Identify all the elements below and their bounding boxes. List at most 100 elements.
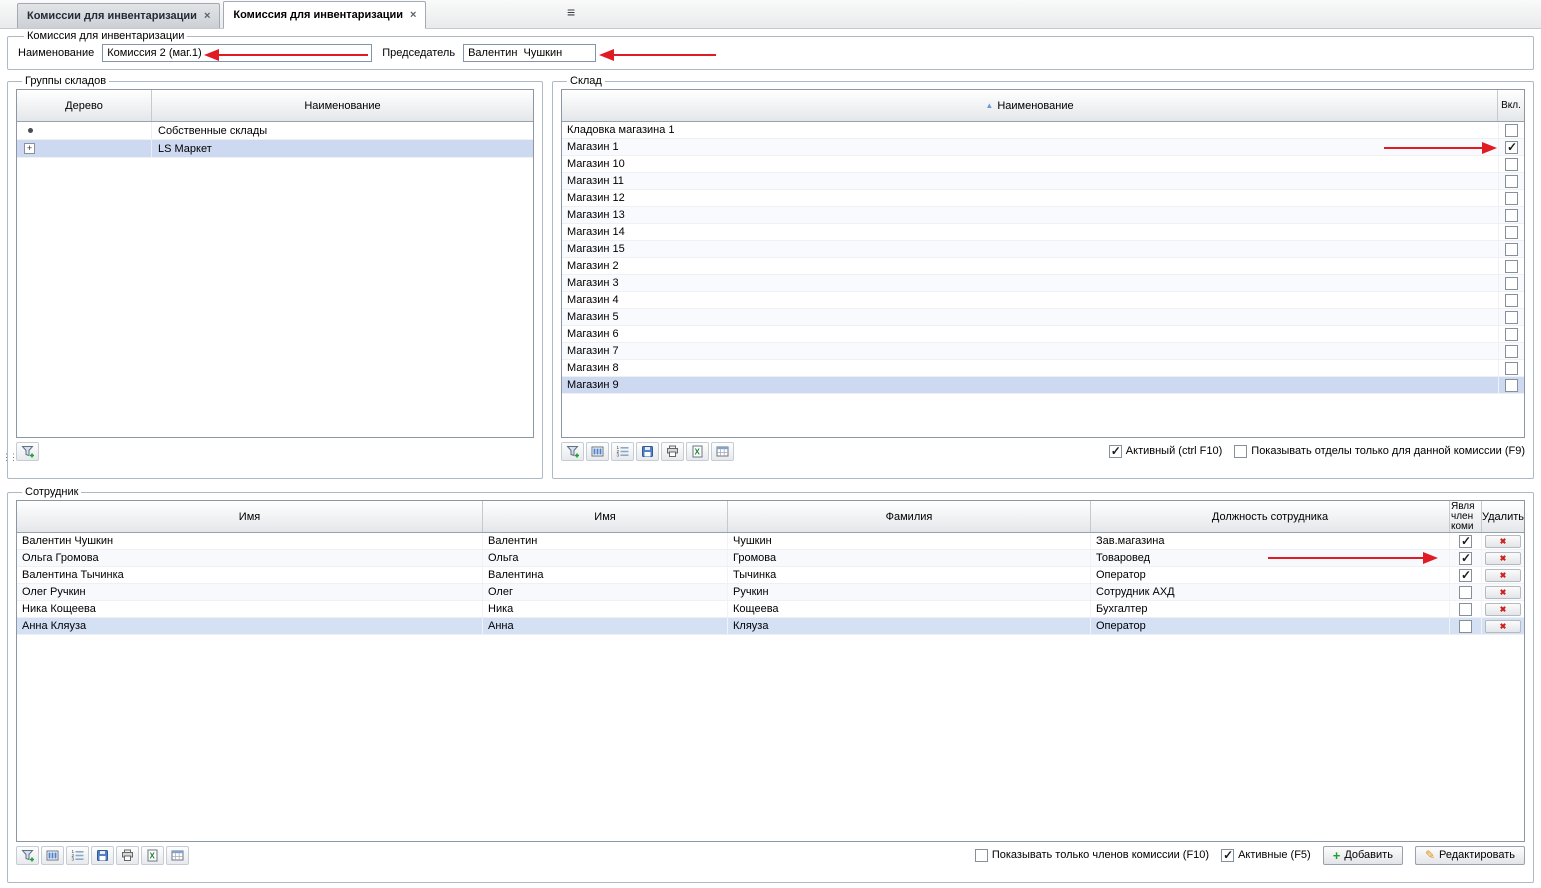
warehouse-row[interactable]: Магазин 4 <box>562 292 1524 309</box>
column-header-member[interactable]: Явля член коми <box>1450 501 1482 532</box>
warehouse-row[interactable]: Магазин 10 <box>562 156 1524 173</box>
delete-button[interactable]: ✖ <box>1485 535 1521 548</box>
include-checkbox[interactable] <box>1505 209 1518 222</box>
warehouse-row[interactable]: Магазин 11 <box>562 173 1524 190</box>
warehouse-row[interactable]: Магазин 14 <box>562 224 1524 241</box>
preview-button[interactable] <box>711 442 734 461</box>
active-employees-checkbox[interactable] <box>1221 849 1234 862</box>
delete-button[interactable]: ✖ <box>1485 620 1521 633</box>
warehouse-row[interactable]: Кладовка магазина 1 <box>562 122 1524 139</box>
filter-button[interactable] <box>16 442 39 461</box>
member-checkbox[interactable] <box>1459 586 1472 599</box>
include-checkbox[interactable] <box>1505 192 1518 205</box>
excel-button[interactable]: X <box>141 846 164 865</box>
member-checkbox[interactable] <box>1459 552 1472 565</box>
filter-button[interactable] <box>16 846 39 865</box>
include-checkbox[interactable] <box>1505 294 1518 307</box>
employee-row[interactable]: Ника Кощеева Ника Кощеева Бухгалтер ✖ <box>17 601 1524 618</box>
employee-row[interactable]: Ольга Громова Ольга Громова Товаровед ✖ <box>17 550 1524 567</box>
delete-cell: ✖ <box>1482 618 1524 634</box>
member-checkbox[interactable] <box>1459 535 1472 548</box>
employee-row[interactable]: Анна Кляуза Анна Кляуза Оператор ✖ <box>17 618 1524 635</box>
members-filter-checkbox[interactable] <box>975 849 988 862</box>
depts-filter-checkbox[interactable] <box>1234 445 1247 458</box>
tab-commissions-list[interactable]: Комиссии для инвентаризации × <box>17 3 220 28</box>
close-icon[interactable]: × <box>204 10 210 22</box>
tree-cell[interactable] <box>17 122 152 139</box>
column-header-tree[interactable]: Дерево <box>17 90 152 121</box>
column-header-first-name[interactable]: Имя <box>483 501 728 532</box>
delete-button[interactable]: ✖ <box>1485 569 1521 582</box>
warehouse-row[interactable]: Магазин 2 <box>562 258 1524 275</box>
include-checkbox[interactable] <box>1505 124 1518 137</box>
numbered-list-button[interactable]: 123 <box>66 846 89 865</box>
include-checkbox[interactable] <box>1505 158 1518 171</box>
warehouse-row[interactable]: Магазин 3 <box>562 275 1524 292</box>
tab-menu-icon[interactable]: ≡ <box>567 5 575 19</box>
include-checkbox[interactable] <box>1505 141 1518 154</box>
numbered-list-button[interactable]: 123 <box>611 442 634 461</box>
include-checkbox[interactable] <box>1505 328 1518 341</box>
delete-button[interactable]: ✖ <box>1485 552 1521 565</box>
save-button[interactable] <box>91 846 114 865</box>
preview-button[interactable] <box>166 846 189 865</box>
columns-button[interactable] <box>41 846 64 865</box>
column-header-label: Наименование <box>997 100 1073 112</box>
table-body: Кладовка магазина 1 Магазин 1 Магазин 10… <box>562 122 1524 437</box>
warehouse-row[interactable]: Магазин 15 <box>562 241 1524 258</box>
warehouse-row[interactable]: Магазин 12 <box>562 190 1524 207</box>
column-header-warehouse-name[interactable]: ▲ Наименование <box>562 90 1498 121</box>
group-row[interactable]: Собственные склады <box>17 122 533 140</box>
warehouse-filter-options: Активный (ctrl F10) Показывать отделы то… <box>1109 445 1525 458</box>
warehouse-row[interactable]: Магазин 1 <box>562 139 1524 156</box>
chairman-input[interactable] <box>463 44 596 62</box>
member-checkbox[interactable] <box>1459 620 1472 633</box>
save-button[interactable] <box>636 442 659 461</box>
warehouse-row[interactable]: Магазин 7 <box>562 343 1524 360</box>
warehouse-row[interactable]: Магазин 5 <box>562 309 1524 326</box>
include-checkbox[interactable] <box>1505 260 1518 273</box>
splitter-handle[interactable]: ⋮⋮ <box>2 452 16 463</box>
warehouse-row[interactable]: Магазин 8 <box>562 360 1524 377</box>
commission-name-input[interactable] <box>102 44 372 62</box>
group-row[interactable]: + LS Маркет <box>17 140 533 158</box>
column-header-include[interactable]: Вкл. <box>1498 90 1524 121</box>
active-filter-checkbox[interactable] <box>1109 445 1122 458</box>
active-filter-label: Активный (ctrl F10) <box>1126 445 1222 457</box>
include-checkbox[interactable] <box>1505 175 1518 188</box>
filter-button[interactable] <box>561 442 584 461</box>
tree-expand-icon[interactable]: + <box>24 143 35 154</box>
include-checkbox[interactable] <box>1505 345 1518 358</box>
column-header-last-name[interactable]: Фамилия <box>728 501 1091 532</box>
employee-row[interactable]: Валентина Тычинка Валентина Тычинка Опер… <box>17 567 1524 584</box>
include-checkbox[interactable] <box>1505 311 1518 324</box>
print-button[interactable] <box>661 442 684 461</box>
include-checkbox[interactable] <box>1505 362 1518 375</box>
warehouse-row[interactable]: Магазин 13 <box>562 207 1524 224</box>
warehouse-row[interactable]: Магазин 9 <box>562 377 1524 394</box>
close-icon[interactable]: × <box>410 9 416 21</box>
warehouse-row[interactable]: Магазин 6 <box>562 326 1524 343</box>
delete-button[interactable]: ✖ <box>1485 586 1521 599</box>
column-header-position[interactable]: Должность сотрудника <box>1091 501 1450 532</box>
edit-employee-button[interactable]: ✎ Редактировать <box>1415 846 1525 865</box>
employee-row[interactable]: Валентин Чушкин Валентин Чушкин Зав.мага… <box>17 533 1524 550</box>
include-checkbox[interactable] <box>1505 226 1518 239</box>
delete-button[interactable]: ✖ <box>1485 603 1521 616</box>
include-checkbox[interactable] <box>1505 277 1518 290</box>
include-checkbox[interactable] <box>1505 243 1518 256</box>
column-header-full-name[interactable]: Имя <box>17 501 483 532</box>
member-checkbox[interactable] <box>1459 569 1472 582</box>
column-header-name[interactable]: Наименование <box>152 90 533 121</box>
tab-commission-card[interactable]: Комиссия для инвентаризации × <box>223 1 426 29</box>
add-employee-button[interactable]: + Добавить <box>1323 846 1403 865</box>
columns-button[interactable] <box>586 442 609 461</box>
member-checkbox[interactable] <box>1459 603 1472 616</box>
excel-button[interactable]: X <box>686 442 709 461</box>
employee-row[interactable]: Олег Ручкин Олег Ручкин Сотрудник АХД ✖ <box>17 584 1524 601</box>
column-header-delete[interactable]: Удалить <box>1482 501 1524 532</box>
tree-cell[interactable]: + <box>17 140 152 157</box>
include-checkbox[interactable] <box>1505 379 1518 392</box>
full-name-cell: Валентин Чушкин <box>17 533 483 549</box>
print-button[interactable] <box>116 846 139 865</box>
